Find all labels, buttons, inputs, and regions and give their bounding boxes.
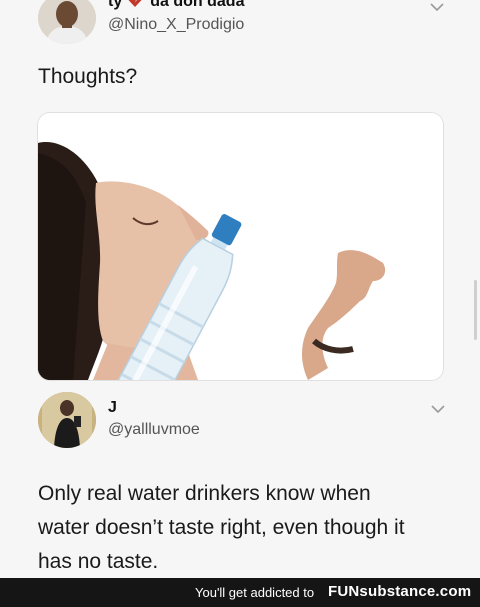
- chevron-down-icon[interactable]: [430, 2, 444, 12]
- display-name-left: ty: [108, 0, 123, 10]
- tweet-text-line: has no taste.: [38, 550, 159, 573]
- display-name-right: da don dada: [150, 0, 245, 10]
- display-name[interactable]: J: [108, 399, 117, 417]
- tweet-text: Thoughts?: [38, 65, 138, 88]
- display-name[interactable]: ty da don dada: [108, 0, 244, 11]
- tweet-text-line: water doesn’t taste right, even though i…: [38, 516, 405, 539]
- avatar[interactable]: [38, 392, 96, 448]
- broken-heart-icon: [126, 0, 144, 7]
- scroll-indicator: [474, 280, 477, 340]
- footer-brand[interactable]: FUNsubstance.com: [328, 583, 471, 600]
- chevron-down-icon[interactable]: [431, 404, 445, 414]
- photo-woman-drinking-water: [38, 113, 443, 380]
- user-handle[interactable]: @yallluvmoe: [108, 421, 200, 439]
- avatar[interactable]: [38, 0, 96, 44]
- watermark-footer: You'll get addicted to FUNsubstance.com: [0, 578, 480, 607]
- tweet-quoting: ty da don dada @Nino_X_Prodigio Thoughts?: [0, 0, 480, 385]
- footer-promo: You'll get addicted to: [195, 585, 315, 600]
- tweet-text: Only real water drinkers know when water…: [38, 477, 458, 579]
- tweet-text-line: Only real water drinkers know when: [38, 482, 371, 505]
- user-handle[interactable]: @Nino_X_Prodigio: [108, 16, 244, 34]
- tweet-photo[interactable]: [38, 113, 443, 380]
